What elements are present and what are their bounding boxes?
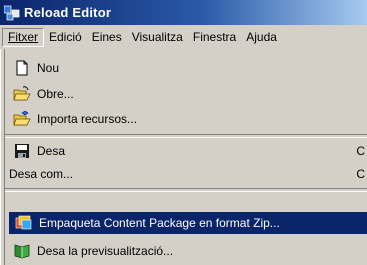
menu-edicio[interactable]: Edició bbox=[44, 28, 87, 47]
menu-item-label: Empaqueta Content Package en format Zip.… bbox=[39, 216, 280, 230]
menu-fitxer[interactable]: Fitxer bbox=[2, 27, 44, 47]
new-document-icon bbox=[13, 60, 31, 76]
menu-item-empaqueta-zip[interactable]: Empaqueta Content Package en format Zip.… bbox=[9, 212, 367, 234]
menu-item-shortcut: C bbox=[356, 144, 365, 158]
menu-item-label: Nou bbox=[37, 61, 60, 75]
fitxer-dropdown-menu: Nou Obre... Importa recursos... Desa C D… bbox=[0, 49, 367, 265]
menu-item-label: Obre... bbox=[37, 87, 74, 101]
open-folder-icon bbox=[13, 86, 31, 102]
menu-item-label: Importa recursos... bbox=[37, 112, 138, 126]
menu-separator bbox=[5, 134, 367, 138]
package-zip-icon bbox=[15, 215, 33, 231]
menu-item-label: Desa com... bbox=[9, 167, 74, 181]
menu-ajuda[interactable]: Ajuda bbox=[241, 28, 282, 47]
menu-item-shortcut: C bbox=[356, 167, 365, 181]
save-disk-icon bbox=[13, 143, 31, 159]
app-icon bbox=[3, 5, 20, 21]
menu-visualitza[interactable]: Visualitza bbox=[127, 28, 188, 47]
import-folder-icon bbox=[13, 110, 31, 127]
menu-item-desa[interactable]: Desa C bbox=[7, 139, 367, 163]
window-title: Reload Editor bbox=[24, 5, 112, 20]
menu-item-desa-com[interactable]: Desa com... C bbox=[5, 162, 367, 186]
menu-bar: Fitxer Edició Eines Visualitza Finestra … bbox=[0, 25, 367, 49]
menu-item-label: Desa bbox=[37, 144, 66, 158]
menu-separator bbox=[5, 188, 367, 192]
menu-item-desa-previsualitzacio[interactable]: Desa la previsualització... bbox=[7, 239, 367, 263]
menu-item-label: Desa la previsualització... bbox=[37, 244, 174, 258]
preview-book-icon bbox=[13, 243, 31, 259]
menu-item-importa-recursos[interactable]: Importa recursos... bbox=[7, 107, 367, 131]
menu-eines[interactable]: Eines bbox=[87, 28, 127, 47]
title-bar[interactable]: Reload Editor bbox=[0, 0, 367, 25]
menu-item-obre[interactable]: Obre... bbox=[7, 82, 367, 106]
menu-finestra[interactable]: Finestra bbox=[188, 28, 241, 47]
menu-item-nou[interactable]: Nou bbox=[7, 56, 367, 80]
